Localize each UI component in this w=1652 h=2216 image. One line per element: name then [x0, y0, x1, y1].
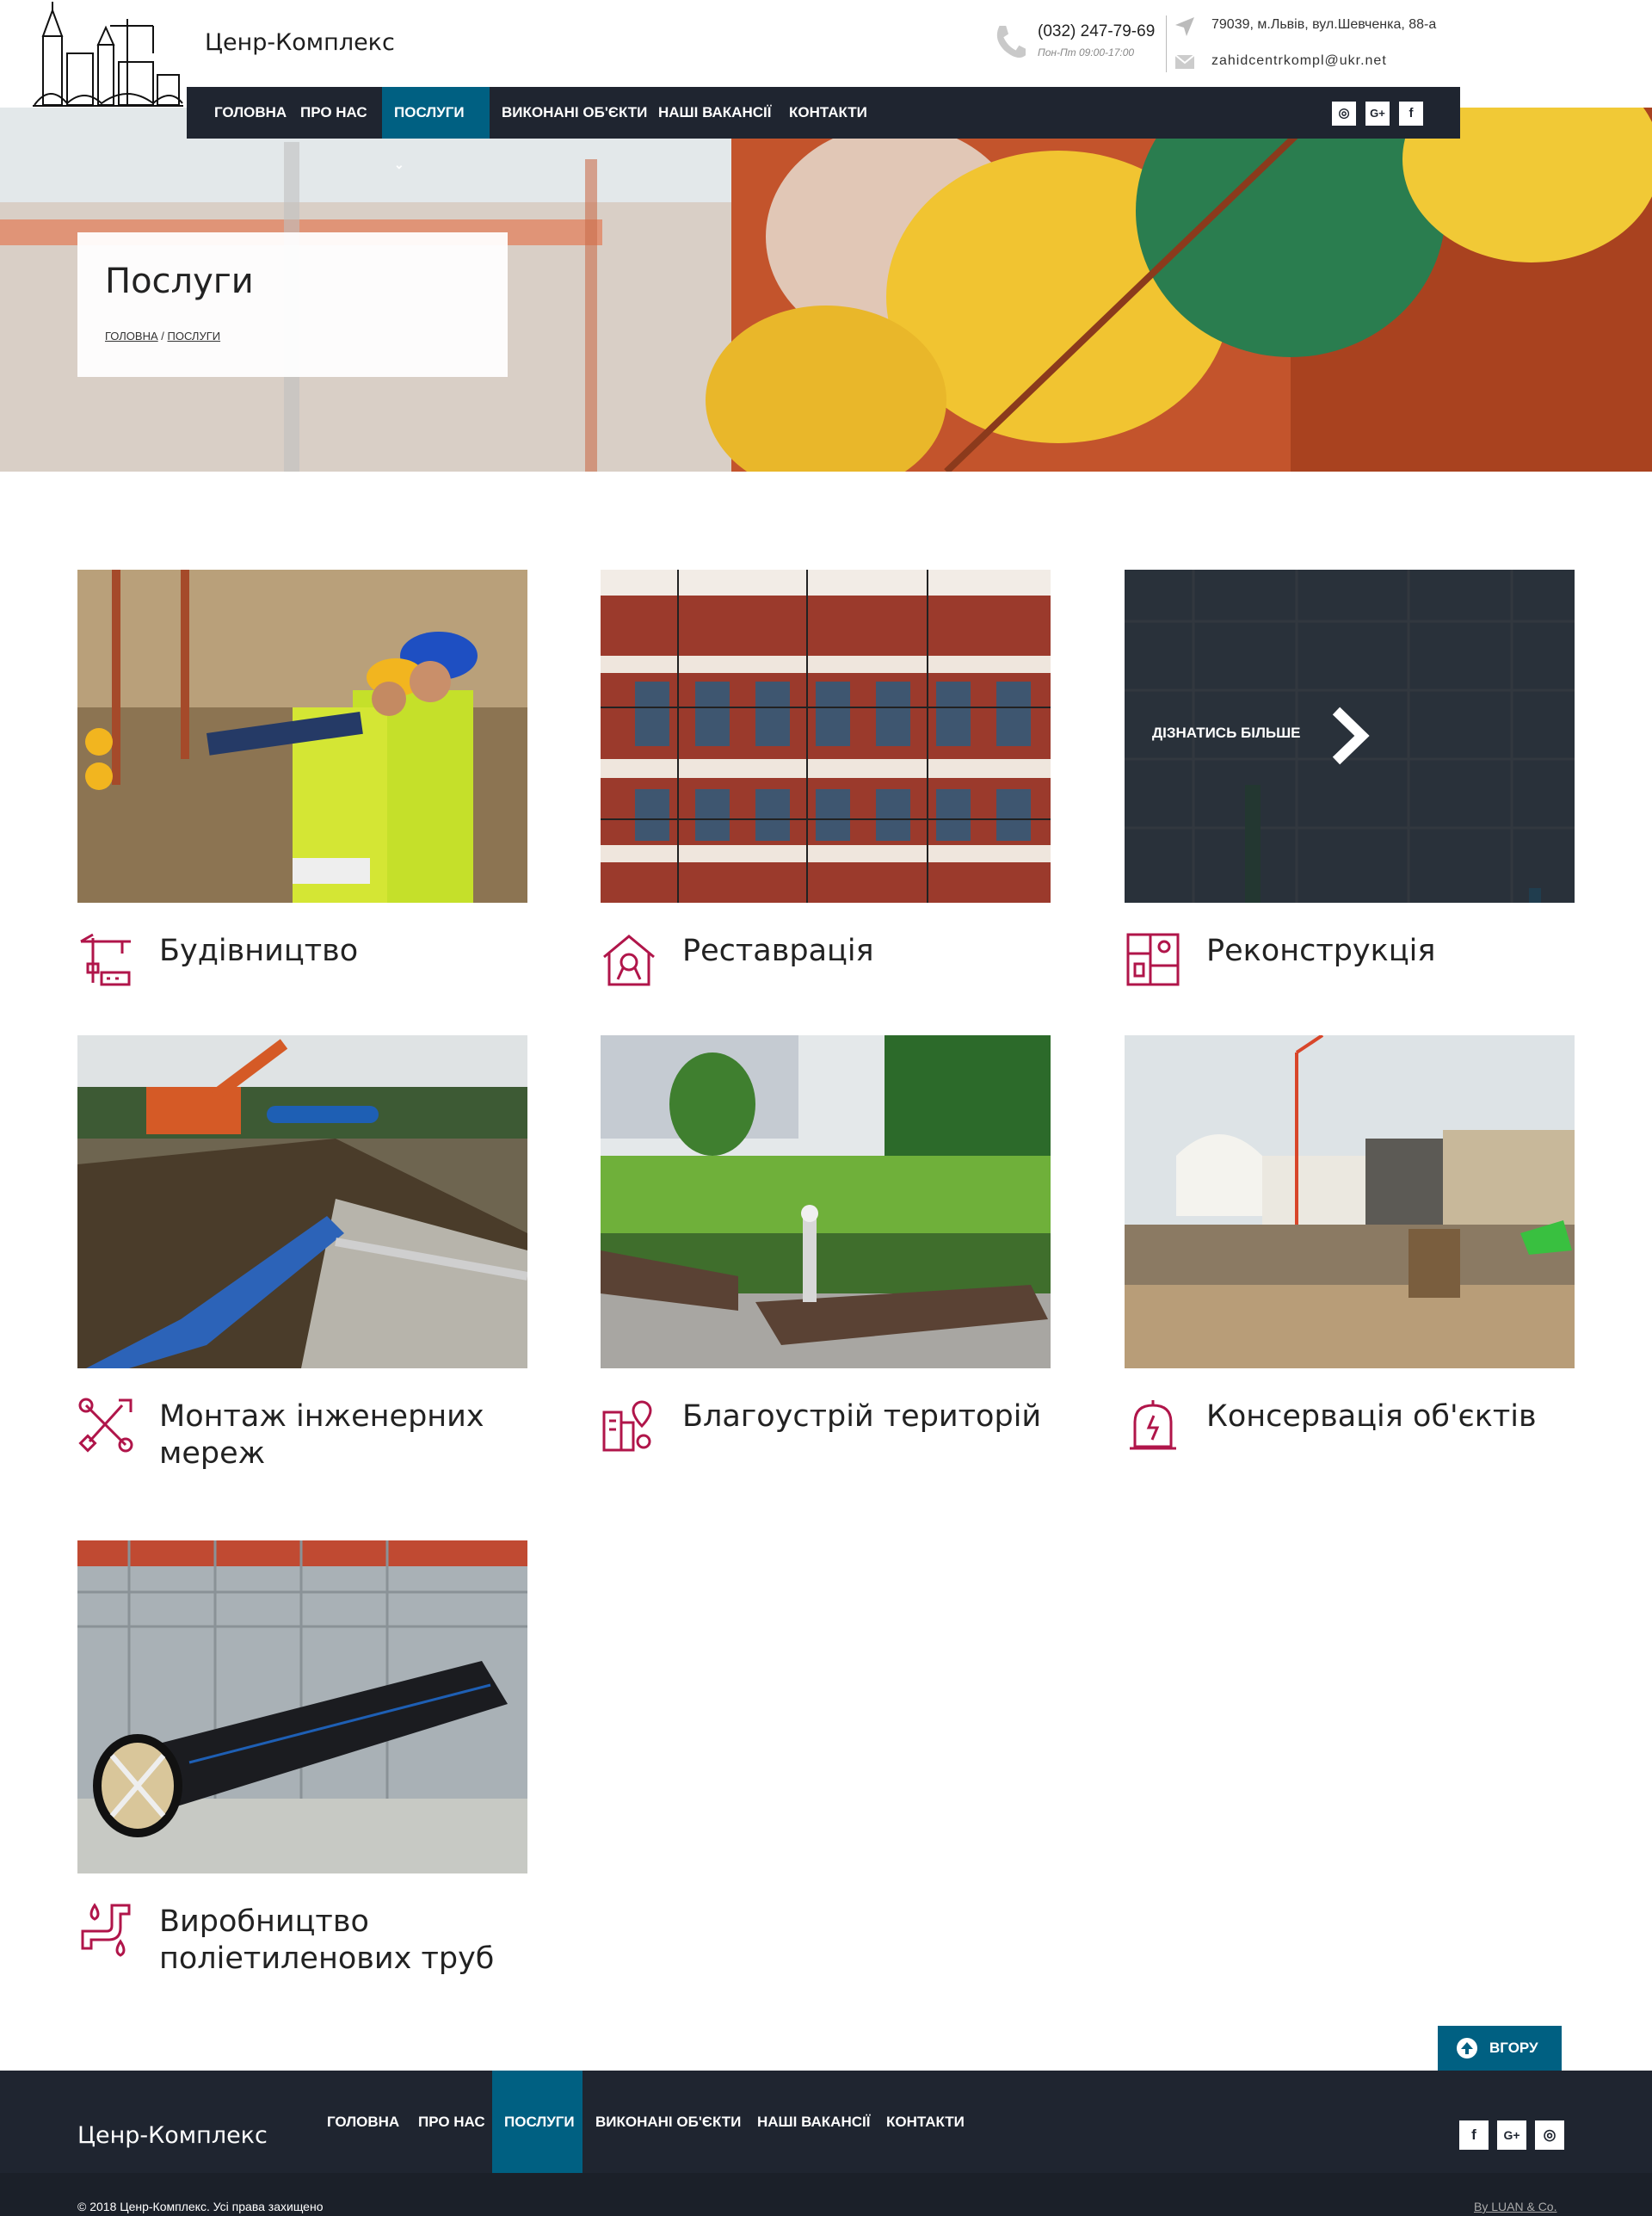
service-image-conservation[interactable] — [1125, 1035, 1575, 1368]
nav-item-home[interactable]: ГОЛОВНА — [202, 87, 299, 139]
blueprint-icon — [1126, 933, 1180, 986]
service-image-restoration[interactable] — [601, 570, 1051, 903]
bell-jar-icon — [1130, 1400, 1176, 1450]
page-hero: Послуги ГОЛОВНА / ПОСЛУГИ — [0, 108, 1652, 472]
service-title-engineering-networks[interactable]: Монтаж інженерних мереж — [159, 1398, 521, 1472]
nav-item-services-label: ПОСЛУГИ — [394, 104, 465, 120]
service-image-landscaping[interactable] — [601, 1035, 1051, 1368]
developer-credit-link[interactable]: By LUAN & Co. — [1474, 2200, 1556, 2213]
chevron-right-icon[interactable] — [1328, 706, 1371, 766]
chevron-down-icon: ⌄ — [394, 157, 404, 171]
site-footer: Ценр-Комплекс ГОЛОВНА ПРО НАС ПОСЛУГИ ВИ… — [0, 2071, 1652, 2216]
main-navigation: ГОЛОВНА ПРО НАС ПОСЛУГИ ⌄ ВИКОНАНІ ОБ'ЄК… — [187, 87, 1460, 171]
hero-title-card: Послуги ГОЛОВНА / ПОСЛУГИ — [77, 232, 508, 377]
breadcrumb: ГОЛОВНА / ПОСЛУГИ — [105, 330, 220, 343]
footer-nav-services[interactable]: ПОСЛУГИ — [492, 2071, 583, 2173]
address-text: 79039, м.Львів, вул.Шевченка, 88-а — [1211, 17, 1437, 32]
service-image-construction[interactable] — [77, 570, 527, 903]
google-plus-icon[interactable]: G+ — [1497, 2120, 1526, 2150]
learn-more-link[interactable]: ДІЗНАТИСЬ БІЛЬШЕ — [1152, 725, 1301, 742]
city-logo[interactable] — [33, 2, 183, 109]
service-title-construction[interactable]: Будівництво — [159, 933, 521, 970]
service-title-pipe-production[interactable]: Виробництво поліетиленових труб — [159, 1904, 521, 1978]
footer-nav-home[interactable]: ГОЛОВНА — [315, 2071, 411, 2173]
breadcrumb-current[interactable]: ПОСЛУГИ — [168, 330, 221, 343]
footer-brand[interactable]: Ценр-Комплекс — [77, 2122, 268, 2149]
service-title-landscaping[interactable]: Благоустрій територій — [682, 1398, 1044, 1435]
email-link[interactable]: zahidcentrkompl@ukr.net — [1211, 53, 1387, 69]
google-plus-icon[interactable]: G+ — [1365, 102, 1390, 126]
phone-icon — [996, 26, 1026, 58]
copyright-text: © 2018 Ценр-Комплекс. Усі права захищено — [77, 2200, 324, 2213]
service-title-conservation[interactable]: Консервація об'єктів — [1206, 1398, 1568, 1435]
facebook-icon[interactable]: f — [1459, 2120, 1489, 2150]
back-to-top-button[interactable]: ВГОРУ — [1438, 2026, 1562, 2071]
arrow-up-circle-icon — [1457, 2038, 1477, 2059]
service-image-engineering-networks[interactable] — [77, 1035, 527, 1368]
site-header: Ценр-Комплекс (032) 247-79-69 Пон-Пт 09:… — [0, 0, 1652, 107]
house-tools-icon — [603, 935, 655, 986]
nav-item-services[interactable]: ПОСЛУГИ ⌄ — [382, 87, 490, 171]
site-brand[interactable]: Ценр-Комплекс — [205, 29, 395, 56]
service-image-reconstruction[interactable]: ДІЗНАТИСЬ БІЛЬШЕ — [1125, 570, 1575, 903]
service-title-reconstruction[interactable]: Реконструкція — [1206, 933, 1568, 970]
nav-item-about[interactable]: ПРО НАС — [288, 87, 379, 139]
instagram-icon[interactable]: ◎ — [1535, 2120, 1564, 2150]
service-image-pipe-production[interactable] — [77, 1540, 527, 1873]
nav-item-contacts[interactable]: КОНТАКТИ — [777, 87, 879, 139]
breadcrumb-home[interactable]: ГОЛОВНА — [105, 330, 158, 343]
header-divider — [1166, 15, 1167, 72]
wrench-screwdriver-icon — [78, 1398, 133, 1453]
footer-nav-projects[interactable]: ВИКОНАНІ ОБ'ЄКТИ — [583, 2071, 753, 2173]
facebook-icon[interactable]: f — [1399, 102, 1423, 126]
footer-nav-contacts[interactable]: КОНТАКТИ — [874, 2071, 977, 2173]
footer-nav-about[interactable]: ПРО НАС — [406, 2071, 497, 2173]
service-hover-overlay[interactable]: ДІЗНАТИСЬ БІЛЬШЕ — [1125, 570, 1575, 903]
breadcrumb-separator: / — [157, 330, 168, 343]
instagram-icon[interactable]: ◎ — [1332, 102, 1356, 126]
city-location-icon — [602, 1400, 652, 1452]
nav-item-vacancies[interactable]: НАШІ ВАКАНСІЇ — [646, 87, 783, 139]
working-hours: Пон-Пт 09:00-17:00 — [1038, 46, 1135, 59]
envelope-icon — [1175, 55, 1194, 69]
back-to-top-label: ВГОРУ — [1489, 2040, 1538, 2056]
location-arrow-icon — [1175, 17, 1194, 36]
phone-number[interactable]: (032) 247-79-69 — [1038, 22, 1155, 41]
page-title: Послуги — [105, 262, 254, 301]
pipe-drops-icon — [81, 1903, 131, 1957]
footer-nav-vacancies[interactable]: НАШІ ВАКАНСІЇ — [745, 2071, 882, 2173]
service-title-restoration[interactable]: Реставрація — [682, 933, 1044, 970]
footer-bottom-bar: © 2018 Ценр-Комплекс. Усі права захищено… — [0, 2173, 1652, 2216]
nav-item-projects[interactable]: ВИКОНАНІ ОБ'ЄКТИ — [490, 87, 659, 139]
crane-icon — [80, 933, 131, 986]
